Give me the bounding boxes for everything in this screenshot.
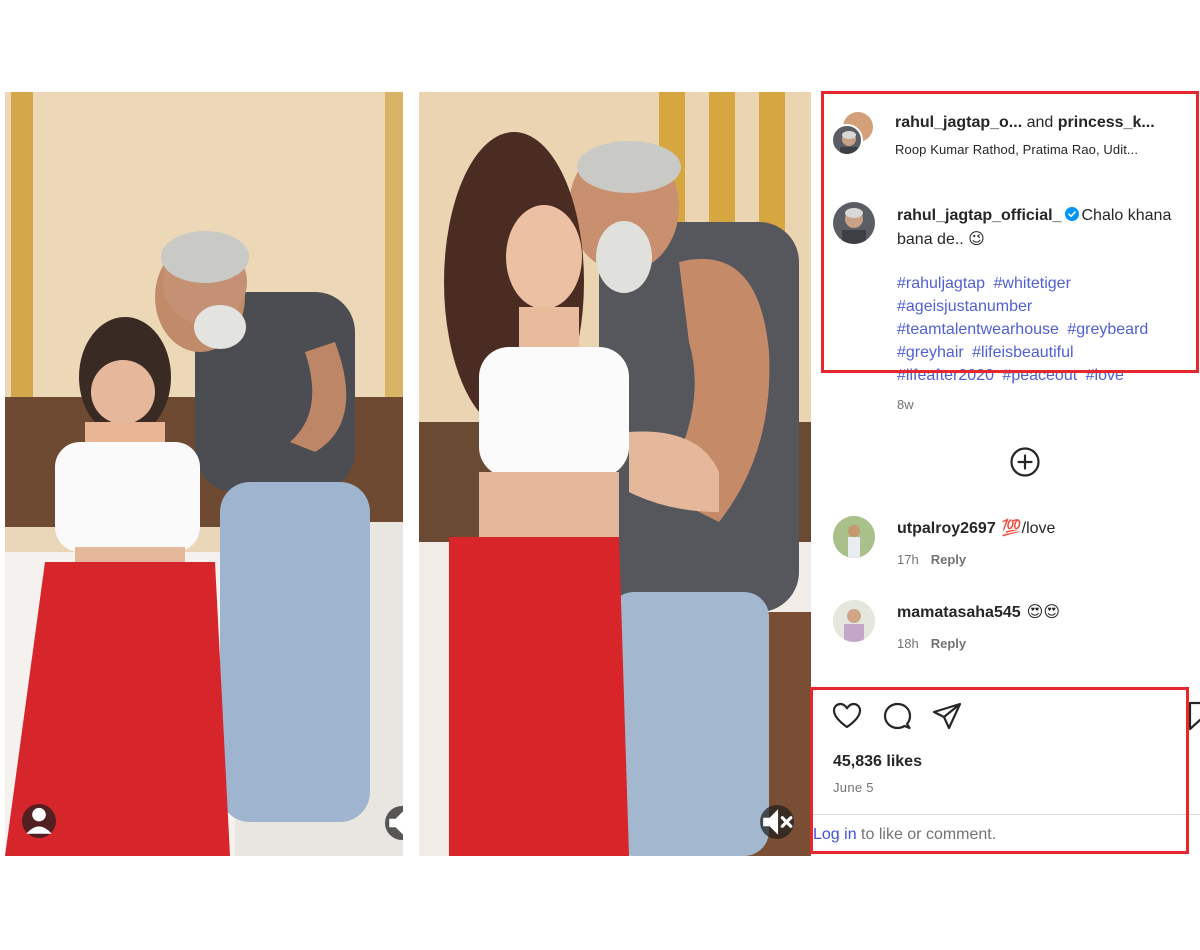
avatar-photo <box>842 208 866 244</box>
comment-text: 💯/love <box>1001 520 1056 537</box>
comment-item: utpalroy2697 💯/love 17h Reply <box>811 516 1200 586</box>
caption: rahul_jagtap_official_ Chalo khana bana d… <box>897 204 1197 252</box>
login-prompt: Log in to like or comment. <box>813 826 996 844</box>
comment-age: 18h <box>897 636 919 651</box>
commenter-avatar[interactable] <box>833 600 875 642</box>
save-button[interactable] <box>1186 700 1200 732</box>
post-media-right[interactable] <box>419 92 811 856</box>
comment-username[interactable]: mamatasaha545 <box>897 604 1021 621</box>
comment-meta: 17h Reply <box>897 552 966 567</box>
share-icon <box>932 702 962 730</box>
audio-attribution[interactable]: Roop Kumar Rathod, Pratima Rao, Udit... <box>895 142 1138 157</box>
caption-author-avatar[interactable] <box>833 202 875 244</box>
likes-count[interactable]: 45,836 likes <box>833 753 922 771</box>
commenter-avatar[interactable] <box>833 516 875 558</box>
comment-username[interactable]: utpalroy2697 <box>897 520 996 537</box>
comment-body: utpalroy2697 💯/love <box>897 518 1055 538</box>
hashtag-link[interactable]: #teamtalentwearhouse <box>897 321 1059 338</box>
caption-age: 8w <box>897 397 914 412</box>
muted-speaker-icon <box>389 811 403 835</box>
hashtag-link[interactable]: #love <box>1086 367 1124 384</box>
reply-button[interactable]: Reply <box>931 636 966 651</box>
post-date: June 5 <box>833 780 874 795</box>
post-details-panel: rahul_jagtap_o... and princess_k... Roop… <box>811 92 1200 856</box>
caption-hashtags: #rahuljagtap #whitetiger #ageisjustanumb… <box>897 272 1197 387</box>
post-header-usernames: rahul_jagtap_o... and princess_k... <box>895 114 1155 132</box>
hashtag-link[interactable]: #greyhair <box>897 344 964 361</box>
comment-text: 😍😍 <box>1026 604 1060 621</box>
and-label: and <box>1026 114 1054 131</box>
reply-button[interactable]: Reply <box>931 552 966 567</box>
hashtag-link[interactable]: #ageisjustanumber <box>897 298 1032 315</box>
avatar-photo <box>833 516 875 558</box>
hashtag-link[interactable]: #whitetiger <box>994 275 1071 292</box>
comment-item: mamatasaha545 😍😍 18h Reply <box>811 600 1200 670</box>
login-link[interactable]: Log in <box>813 826 857 843</box>
photo-illustration <box>419 92 811 856</box>
bookmark-icon <box>1188 701 1200 731</box>
hashtag-link[interactable]: #greybeard <box>1067 321 1148 338</box>
plus-circle-icon <box>1010 447 1040 477</box>
comment-button[interactable] <box>881 700 913 732</box>
login-prompt-text: to like or comment. <box>856 826 997 843</box>
hashtag-link[interactable]: #lifeisbeautiful <box>972 344 1073 361</box>
post-media-left[interactable] <box>5 92 403 856</box>
avatar-photo <box>833 600 875 642</box>
mute-button[interactable] <box>385 806 403 840</box>
author-avatar[interactable] <box>831 124 863 156</box>
hashtag-link[interactable]: #lifeafter2020 <box>897 367 994 384</box>
heart-icon <box>832 702 862 729</box>
comment-age: 17h <box>897 552 919 567</box>
comment-meta: 18h Reply <box>897 636 966 651</box>
photo-illustration <box>5 92 403 856</box>
verified-badge-icon <box>1064 207 1079 221</box>
muted-speaker-icon <box>763 809 793 835</box>
like-button[interactable] <box>831 700 863 732</box>
hashtag-link[interactable]: #peaceout <box>1002 367 1077 384</box>
load-more-comments-button[interactable] <box>1009 446 1041 478</box>
comment-body: mamatasaha545 😍😍 <box>897 602 1060 622</box>
caption-username[interactable]: rahul_jagtap_official_ <box>897 207 1062 224</box>
tagged-users-button[interactable] <box>22 804 56 838</box>
mute-button[interactable] <box>760 805 794 839</box>
share-button[interactable] <box>931 700 963 732</box>
divider <box>811 814 1200 815</box>
hashtag-link[interactable]: #rahuljagtap <box>897 275 985 292</box>
comment-icon <box>883 702 912 730</box>
author-username[interactable]: rahul_jagtap_o... <box>895 114 1022 131</box>
collaborator-username[interactable]: princess_k... <box>1058 114 1155 131</box>
user-icon <box>26 807 52 834</box>
avatar-photo <box>840 131 858 154</box>
